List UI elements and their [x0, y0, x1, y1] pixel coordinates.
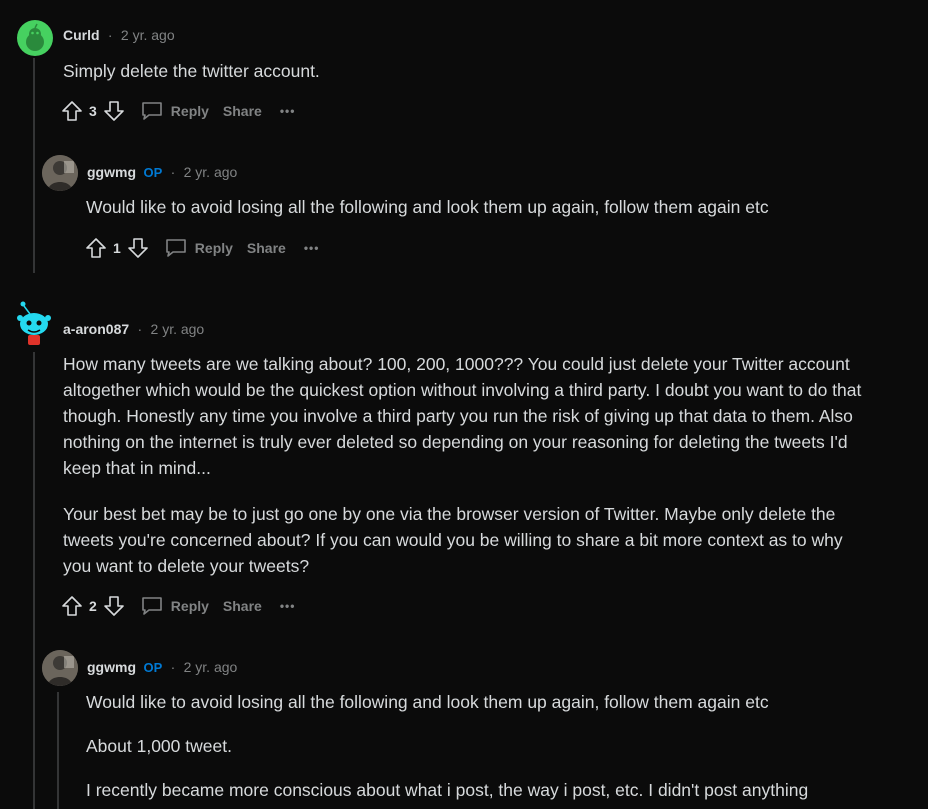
- comment-body: Would like to avoid losing all the follo…: [86, 689, 886, 803]
- thread-line[interactable]: [57, 692, 59, 809]
- downvote-icon[interactable]: [101, 593, 127, 619]
- thread-line[interactable]: [33, 352, 35, 809]
- comment-meta: ggwmg OP · 2 yr. ago: [87, 164, 237, 182]
- thread-line[interactable]: [33, 58, 35, 273]
- vote-score: 2: [89, 598, 97, 614]
- reply-icon[interactable]: [163, 235, 189, 261]
- meta-separator: ·: [133, 321, 147, 337]
- reply-button[interactable]: Reply: [171, 103, 209, 119]
- comment-actions: 1 Reply Share •••: [83, 234, 319, 262]
- comment-actions: 3 Reply Share •••: [59, 97, 295, 125]
- upvote-icon[interactable]: [83, 235, 109, 261]
- comment-actions: 2 Reply Share •••: [59, 592, 295, 620]
- meta-separator: ·: [166, 164, 180, 180]
- reply-icon[interactable]: [139, 98, 165, 124]
- comment-meta: ggwmg OP · 2 yr. ago: [87, 659, 237, 677]
- timestamp[interactable]: 2 yr. ago: [151, 321, 205, 337]
- comment-paragraph: About 1,000 tweet.: [86, 736, 232, 756]
- reply-icon[interactable]: [139, 593, 165, 619]
- vote-score: 1: [113, 240, 121, 256]
- avatar[interactable]: [42, 155, 78, 191]
- share-button[interactable]: Share: [223, 103, 262, 119]
- comment-paragraph: Your best bet may be to just go one by o…: [63, 504, 843, 576]
- comment-paragraph: I recently became more conscious about w…: [86, 780, 809, 800]
- avatar[interactable]: [17, 20, 53, 56]
- avatar[interactable]: [15, 300, 53, 348]
- vote-score: 3: [89, 103, 97, 119]
- comment-body: Simply delete the twitter account.: [63, 58, 863, 84]
- reply-button[interactable]: Reply: [195, 240, 233, 256]
- downvote-icon[interactable]: [125, 235, 151, 261]
- comment-body: How many tweets are we talking about? 10…: [63, 351, 868, 579]
- username[interactable]: ggwmg: [87, 659, 136, 675]
- comment-meta: Curld · 2 yr. ago: [63, 27, 175, 45]
- upvote-icon[interactable]: [59, 593, 85, 619]
- username[interactable]: ggwmg: [87, 164, 136, 180]
- username[interactable]: a-aron087: [63, 321, 129, 337]
- meta-separator: ·: [166, 659, 180, 675]
- comment-paragraph: Simply delete the twitter account.: [63, 61, 320, 81]
- comment-paragraph: Would like to avoid losing all the follo…: [86, 692, 769, 712]
- upvote-icon[interactable]: [59, 98, 85, 124]
- comment-meta: a-aron087 · 2 yr. ago: [63, 321, 204, 339]
- share-button[interactable]: Share: [247, 240, 286, 256]
- op-badge: OP: [143, 165, 163, 180]
- timestamp[interactable]: 2 yr. ago: [121, 27, 175, 43]
- avatar[interactable]: [42, 650, 78, 686]
- comment-body: Would like to avoid losing all the follo…: [86, 194, 886, 220]
- downvote-icon[interactable]: [101, 98, 127, 124]
- op-badge: OP: [143, 660, 163, 675]
- timestamp[interactable]: 2 yr. ago: [184, 164, 238, 180]
- more-options-icon[interactable]: •••: [304, 241, 320, 255]
- meta-separator: ·: [104, 27, 117, 43]
- more-options-icon[interactable]: •••: [280, 104, 296, 118]
- comment-paragraph: How many tweets are we talking about? 10…: [63, 354, 862, 478]
- comment-paragraph: Would like to avoid losing all the follo…: [86, 197, 769, 217]
- username[interactable]: Curld: [63, 27, 100, 43]
- share-button[interactable]: Share: [223, 598, 262, 614]
- timestamp[interactable]: 2 yr. ago: [184, 659, 238, 675]
- reply-button[interactable]: Reply: [171, 598, 209, 614]
- more-options-icon[interactable]: •••: [280, 599, 296, 613]
